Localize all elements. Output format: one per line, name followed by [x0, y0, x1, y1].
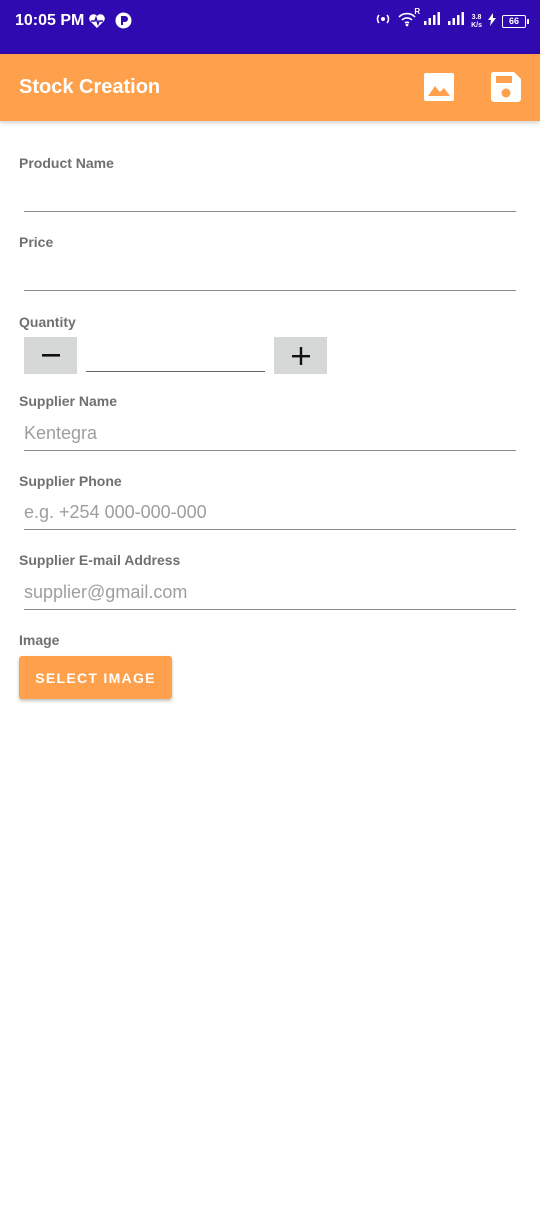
- select-image-button[interactable]: SELECT IMAGE: [19, 656, 172, 699]
- network-speed: 3.8 K/s: [471, 13, 482, 29]
- minus-icon: [41, 353, 60, 357]
- battery-icon: 66: [502, 15, 529, 28]
- signal-icon: [423, 12, 441, 31]
- save-icon: [490, 72, 521, 102]
- supplier-name-label: Supplier Name: [19, 393, 118, 409]
- supplier-phone-label: Supplier Phone: [19, 473, 122, 489]
- product-name-input[interactable]: [24, 178, 516, 212]
- wifi-icon: R: [397, 7, 420, 32]
- supplier-name-input[interactable]: [24, 417, 516, 451]
- image-label: Image: [19, 632, 60, 648]
- plus-icon: [291, 346, 310, 365]
- increase-quantity-button[interactable]: [274, 337, 327, 374]
- supplier-email-label: Supplier E-mail Address: [19, 552, 181, 568]
- decrease-quantity-button[interactable]: [24, 337, 77, 374]
- price-label: Price: [19, 234, 54, 250]
- supplier-email-input[interactable]: [24, 576, 516, 610]
- product-name-label: Product Name: [19, 155, 114, 171]
- hotspot-icon: [375, 12, 391, 31]
- price-input[interactable]: [24, 257, 516, 291]
- roaming-indicator: R: [414, 7, 421, 16]
- image-button[interactable]: [422, 70, 456, 104]
- status-bar: 10:05 PM R 3.8 K/s 66: [0, 0, 540, 54]
- quantity-label: Quantity: [19, 314, 76, 330]
- charging-icon: [488, 12, 496, 31]
- supplier-phone-input[interactable]: [24, 496, 516, 530]
- status-time: 10:05 PM: [15, 12, 85, 29]
- signal-icon: [447, 12, 465, 31]
- app-bar: Stock Creation: [0, 54, 540, 121]
- page-title: Stock Creation: [19, 76, 161, 98]
- image-icon: [424, 73, 454, 101]
- heart-rate-icon: [88, 13, 106, 34]
- app-notification-icon: [115, 12, 132, 34]
- save-button[interactable]: [489, 70, 523, 104]
- quantity-input[interactable]: [86, 338, 265, 372]
